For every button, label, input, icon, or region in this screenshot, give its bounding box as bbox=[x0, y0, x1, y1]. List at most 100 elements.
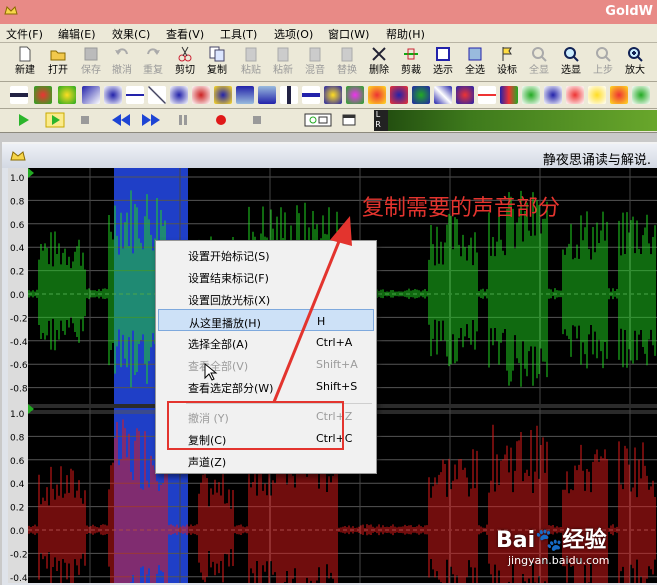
effect-icon-19[interactable] bbox=[412, 86, 430, 104]
paste-new-icon bbox=[277, 47, 289, 62]
mix-icon bbox=[309, 47, 321, 62]
paste-icon bbox=[245, 47, 257, 62]
delete-icon bbox=[372, 47, 386, 61]
document-icon bbox=[10, 151, 26, 161]
paste-label: 粘贴 bbox=[241, 65, 261, 76]
effect-icon-14[interactable] bbox=[302, 86, 320, 104]
menu-view[interactable]: 查看(V) bbox=[166, 26, 204, 42]
menu-options[interactable]: 选项(O) bbox=[274, 26, 313, 42]
undo-icon bbox=[115, 48, 128, 55]
main-toolbar: 新建 打开 保存 撤消 重复 剪切 复制 粘贴 粘新 混音 替换 删除 剪裁 选… bbox=[0, 43, 657, 82]
menu-tools[interactable]: 工具(T) bbox=[220, 26, 257, 42]
effect-icon-12[interactable] bbox=[258, 86, 276, 104]
save-button[interactable]: 保存 bbox=[78, 45, 104, 79]
effect-icon-17[interactable] bbox=[368, 86, 386, 104]
effect-icon-16[interactable] bbox=[346, 86, 364, 104]
play-selection-icon[interactable] bbox=[44, 112, 66, 128]
fast-forward-icon[interactable] bbox=[140, 112, 162, 128]
effect-icon-6[interactable] bbox=[126, 86, 144, 104]
context-menu-item-label: 声道(Z) bbox=[188, 456, 227, 469]
undo-label: 撤消 bbox=[112, 65, 132, 76]
paste-new-button[interactable]: 粘新 bbox=[270, 45, 296, 79]
record-settings-icon[interactable] bbox=[304, 112, 332, 128]
amplitude-tick-label: 0.6 bbox=[10, 457, 25, 467]
effect-icon-20[interactable] bbox=[434, 86, 452, 104]
zoom-in-label: 放大 bbox=[625, 65, 645, 76]
effect-icon-13[interactable] bbox=[280, 86, 298, 104]
open-label: 打开 bbox=[48, 65, 68, 76]
show-all-button[interactable]: 全显 bbox=[526, 45, 552, 79]
effect-icon-2[interactable] bbox=[34, 86, 52, 104]
effect-icon-7[interactable] bbox=[148, 86, 166, 104]
effect-icon-3[interactable] bbox=[58, 86, 76, 104]
open-button[interactable]: 打开 bbox=[45, 45, 71, 79]
zoom-in-button[interactable]: 放大 bbox=[622, 45, 648, 79]
menu-file[interactable]: 文件(F) bbox=[6, 26, 43, 42]
copy-button[interactable]: 复制 bbox=[204, 45, 230, 79]
cut-button[interactable]: 剪切 bbox=[172, 45, 198, 79]
select-view-button[interactable]: 选示 bbox=[430, 45, 456, 79]
window-title: GoldW bbox=[605, 4, 653, 19]
rewind-icon[interactable] bbox=[110, 112, 132, 128]
record-icon[interactable] bbox=[210, 112, 232, 128]
context-menu-item[interactable]: 声道(Z) bbox=[158, 449, 374, 471]
app-logo-icon bbox=[4, 6, 18, 15]
amplitude-tick-label: -0.6 bbox=[10, 361, 28, 371]
context-menu-item-label: 设置结束标记(F) bbox=[188, 272, 269, 285]
trim-icon bbox=[404, 48, 418, 60]
effect-icon-11[interactable] bbox=[236, 86, 254, 104]
window-mode-icon[interactable] bbox=[338, 112, 360, 128]
effect-icon-21[interactable] bbox=[456, 86, 474, 104]
select-all-button[interactable]: 全选 bbox=[462, 45, 488, 79]
amplitude-tick-label: 1.0 bbox=[10, 410, 25, 420]
replace-button[interactable]: 替换 bbox=[334, 45, 360, 79]
effect-icon-1[interactable] bbox=[10, 86, 28, 104]
annotation-arrow bbox=[272, 216, 352, 403]
annotation-highlight-box bbox=[167, 401, 344, 450]
effect-icon-9[interactable] bbox=[192, 86, 210, 104]
effect-icon-23[interactable] bbox=[500, 86, 518, 104]
document-title: 静夜思诵读与解说. bbox=[542, 153, 651, 168]
pause-icon[interactable] bbox=[172, 112, 194, 128]
trim-button[interactable]: 剪裁 bbox=[398, 45, 424, 79]
previous-zoom-button[interactable]: 上步 bbox=[590, 45, 616, 79]
menu-window[interactable]: 窗口(W) bbox=[328, 26, 369, 42]
effect-icon-18[interactable] bbox=[390, 86, 408, 104]
paste-button[interactable]: 粘贴 bbox=[238, 45, 264, 79]
context-menu-item-label: 从这里播放(H) bbox=[189, 317, 261, 330]
effect-icon-5[interactable] bbox=[104, 86, 122, 104]
effect-icon-8[interactable] bbox=[170, 86, 188, 104]
effect-icon-29[interactable] bbox=[632, 86, 650, 104]
context-menu-item-label: 选择全部(A) bbox=[188, 338, 249, 351]
effect-icon-28[interactable] bbox=[610, 86, 628, 104]
new-button[interactable]: 新建 bbox=[12, 45, 38, 79]
play-icon[interactable] bbox=[12, 112, 34, 128]
undo-button[interactable]: 撤消 bbox=[109, 45, 135, 79]
replace-label: 替换 bbox=[337, 65, 357, 76]
menu-edit[interactable]: 编辑(E) bbox=[58, 26, 96, 42]
stop-icon[interactable] bbox=[74, 112, 96, 128]
set-marker-button[interactable]: 设标 bbox=[494, 45, 520, 79]
menu-effects[interactable]: 效果(C) bbox=[112, 26, 150, 42]
stop-record-icon[interactable] bbox=[246, 112, 268, 128]
effect-icon-22[interactable] bbox=[478, 86, 496, 104]
effect-icon-10[interactable] bbox=[214, 86, 232, 104]
cut-icon bbox=[178, 46, 192, 62]
effect-icon-24[interactable] bbox=[522, 86, 540, 104]
copy-icon bbox=[209, 46, 225, 62]
amplitude-tick-label: 0.8 bbox=[10, 433, 25, 443]
effect-icon-27[interactable] bbox=[588, 86, 606, 104]
redo-button[interactable]: 重复 bbox=[140, 45, 166, 79]
select-view-label: 选示 bbox=[433, 65, 453, 76]
effect-icon-26[interactable] bbox=[566, 86, 584, 104]
effect-icon-4[interactable] bbox=[82, 86, 100, 104]
delete-button[interactable]: 删除 bbox=[366, 45, 392, 79]
amplitude-tick-label: -0.2 bbox=[10, 314, 28, 324]
effect-icon-25[interactable] bbox=[544, 86, 562, 104]
zoom-selection-button[interactable]: 选显 bbox=[558, 45, 584, 79]
effect-icon-15[interactable] bbox=[324, 86, 342, 104]
mix-button[interactable]: 混音 bbox=[302, 45, 328, 79]
context-menu-item-label: 查看选定部分(W) bbox=[188, 382, 274, 395]
context-menu-item-label: 查看全部(V) bbox=[188, 360, 249, 373]
menu-help[interactable]: 帮助(H) bbox=[386, 26, 425, 42]
